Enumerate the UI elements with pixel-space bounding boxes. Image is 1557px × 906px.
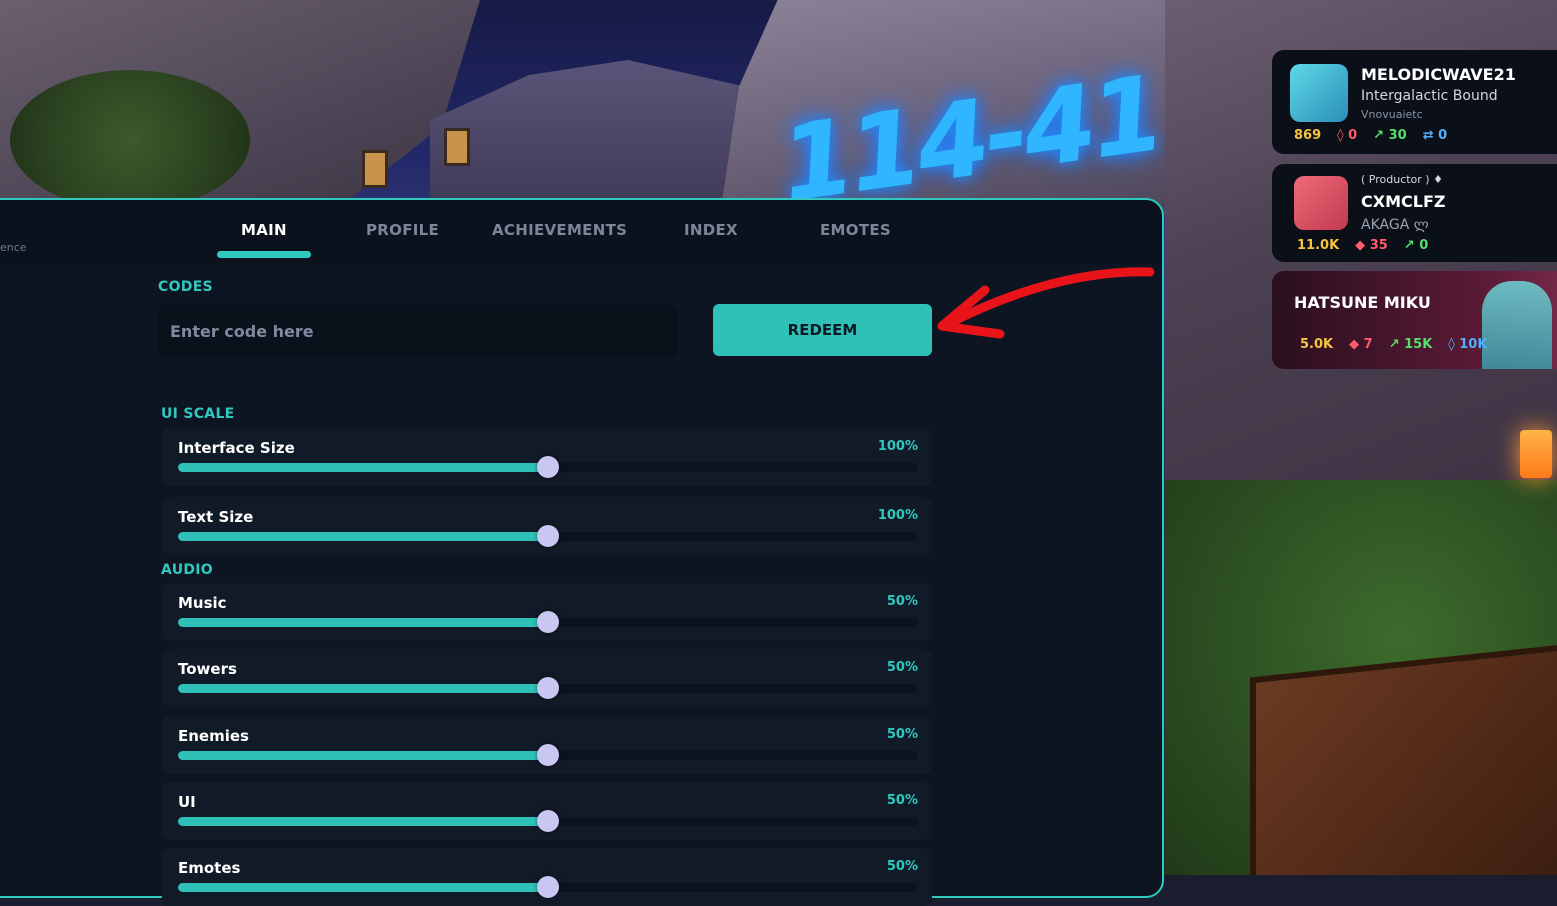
red-gem-icon: ◊: [1337, 128, 1344, 143]
slider-fill: [178, 751, 548, 760]
slider-label: Emotes: [178, 859, 241, 877]
red-gem-icon: ◆: [1355, 238, 1366, 253]
interface-size-slider[interactable]: [178, 456, 918, 478]
wooden-crate: [1250, 642, 1557, 875]
slider-value: 100%: [877, 508, 918, 523]
slider-handle[interactable]: [537, 876, 559, 898]
slider-value: 100%: [877, 439, 918, 454]
blue-stat: ◊ 10K: [1448, 337, 1488, 352]
character-portrait: [1482, 281, 1552, 369]
avatar: [1290, 64, 1348, 122]
slider-fill: [178, 817, 548, 826]
tab-profile[interactable]: PROFILE: [366, 221, 439, 239]
emotes-slider[interactable]: [178, 876, 918, 898]
street-lamp-icon: [1520, 430, 1552, 478]
slider-value: 50%: [886, 727, 918, 742]
red-arrow-annotation: [937, 267, 1155, 339]
slider-handle[interactable]: [537, 677, 559, 699]
red-stat: ◊ 0: [1337, 128, 1358, 143]
redeem-button[interactable]: REDEEM: [713, 304, 932, 356]
slider-handle[interactable]: [537, 456, 559, 478]
codes-section-title: CODES: [158, 279, 213, 295]
blue-link-icon: ⇄: [1422, 128, 1434, 143]
text-size-slider[interactable]: [178, 525, 918, 547]
lantern-icon: [362, 150, 388, 188]
green-arrow-icon: ↗: [1373, 128, 1385, 143]
slider-value: 50%: [886, 660, 918, 675]
blue-link-icon: ◊: [1448, 337, 1455, 352]
music-slider[interactable]: [178, 611, 918, 633]
slider-fill: [178, 684, 548, 693]
slider-label: Interface Size: [178, 439, 295, 457]
player-subtitle: Vnovuaietc: [1361, 108, 1423, 121]
towers-slider-row: Towers 50%: [162, 649, 932, 707]
tab-emotes[interactable]: EMOTES: [820, 221, 891, 239]
player-stats: 869 ◊ 0 ↗ 30 ⇄ 0: [1294, 128, 1447, 143]
player-name: MELODICWAVE21: [1361, 65, 1516, 84]
ui-sound-slider-row: UI 50%: [162, 782, 932, 840]
slider-fill: [178, 532, 548, 541]
towers-slider[interactable]: [178, 677, 918, 699]
slider-handle[interactable]: [537, 611, 559, 633]
avatar: [1294, 176, 1348, 230]
player-card[interactable]: MELODICWAVE21 Intergalactic Bound Vnovua…: [1272, 50, 1557, 154]
red-stat: ◆ 7: [1349, 337, 1373, 352]
green-arrow-icon: ↗: [1388, 337, 1400, 352]
enemies-slider[interactable]: [178, 744, 918, 766]
tab-achievements[interactable]: ACHIEVEMENTS: [492, 221, 627, 239]
green-stat: ↗ 0: [1403, 238, 1429, 253]
player-name: HATSUNE MIKU: [1294, 293, 1431, 312]
green-stat: ↗ 15K: [1388, 337, 1433, 352]
code-input[interactable]: [158, 305, 678, 357]
slider-value: 50%: [886, 859, 918, 874]
red-gem-icon: ◆: [1349, 337, 1360, 352]
score-value: 11.0K: [1297, 238, 1340, 253]
player-title: AKAGA ლ: [1361, 217, 1429, 233]
slider-label: Enemies: [178, 727, 249, 745]
player-card[interactable]: ( Productor ) ♦ CXMCLFZ AKAGA ლ 11.0K ◆ …: [1272, 164, 1557, 262]
slider-label: Towers: [178, 660, 237, 678]
slider-handle[interactable]: [537, 810, 559, 832]
interface-size-slider-row: Interface Size 100%: [162, 428, 932, 486]
green-arrow-icon: ↗: [1403, 238, 1415, 253]
emotes-slider-row: Emotes 50%: [162, 848, 932, 906]
ui-scale-section-title: UI SCALE: [161, 406, 235, 422]
ui-sound-slider[interactable]: [178, 810, 918, 832]
score-value: 869: [1294, 128, 1322, 143]
lantern-icon: [444, 128, 470, 166]
blue-stat: ⇄ 0: [1422, 128, 1448, 143]
slider-value: 50%: [886, 594, 918, 609]
slider-label: UI: [178, 793, 196, 811]
green-stat: ↗ 30: [1373, 128, 1407, 143]
slider-label: Music: [178, 594, 227, 612]
player-stats: 11.0K ◆ 35 ↗ 0: [1297, 238, 1428, 253]
slider-fill: [178, 883, 548, 892]
side-panel-sublabel: ence: [0, 241, 27, 254]
active-tab-indicator: [217, 251, 311, 258]
player-tag: ( Productor ) ♦: [1361, 173, 1443, 186]
player-stats: 5.0K ◆ 7 ↗ 15K ◊ 10K: [1300, 337, 1487, 352]
slider-handle[interactable]: [537, 525, 559, 547]
slider-label: Text Size: [178, 508, 254, 526]
music-slider-row: Music 50%: [162, 583, 932, 641]
player-card[interactable]: HATSUNE MIKU 5.0K ◆ 7 ↗ 15K ◊ 10K: [1272, 271, 1557, 369]
red-stat: ◆ 35: [1355, 238, 1388, 253]
player-name: CXMCLFZ: [1361, 192, 1446, 211]
tree-foliage: [10, 70, 250, 210]
enemies-slider-row: Enemies 50%: [162, 716, 932, 774]
slider-handle[interactable]: [537, 744, 559, 766]
text-size-slider-row: Text Size 100%: [162, 497, 932, 555]
tab-main[interactable]: MAIN: [241, 221, 287, 239]
player-title: Intergalactic Bound: [1361, 88, 1498, 104]
slider-fill: [178, 463, 548, 472]
slider-fill: [178, 618, 548, 627]
audio-section-title: AUDIO: [161, 562, 214, 578]
score-value: 5.0K: [1300, 337, 1334, 352]
slider-value: 50%: [886, 793, 918, 808]
tab-index[interactable]: INDEX: [684, 221, 738, 239]
